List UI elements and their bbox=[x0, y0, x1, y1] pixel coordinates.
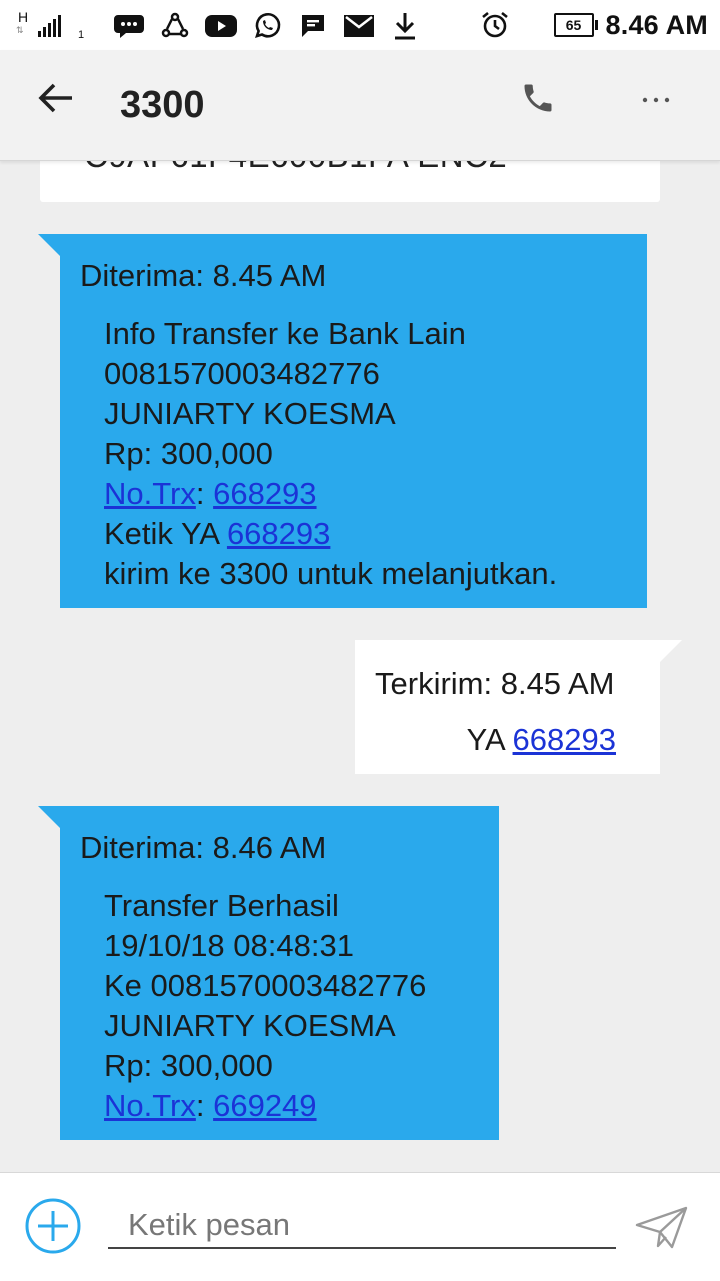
trx-separator: : bbox=[195, 1088, 214, 1123]
message-line: JUNIARTY KOESMA bbox=[104, 1008, 396, 1043]
confirm-prefix: Ketik YA bbox=[104, 516, 227, 551]
message-body: Info Transfer ke Bank Lain 0081570003482… bbox=[104, 314, 557, 594]
mail-icon bbox=[342, 10, 376, 42]
message-bubble-received[interactable]: Diterima: 8.46 AM Transfer Berhasil 19/1… bbox=[38, 806, 499, 1140]
phone-icon[interactable] bbox=[520, 80, 560, 120]
message-line: Rp: 300,000 bbox=[104, 1048, 273, 1083]
message-input[interactable] bbox=[108, 1203, 616, 1249]
message-line: Info Transfer ke Bank Lain bbox=[104, 316, 466, 351]
more-horizontal-icon[interactable] bbox=[636, 80, 676, 120]
bubble-tail bbox=[38, 806, 60, 828]
status-bar: H ⇅ 1 65 8.46 AM bbox=[0, 0, 720, 50]
clock: 8.46 AM bbox=[605, 9, 708, 40]
message-line: Transfer Berhasil bbox=[104, 888, 339, 923]
youtube-icon bbox=[204, 10, 238, 42]
alarm-icon bbox=[478, 9, 512, 41]
reply-prefix: YA bbox=[466, 722, 513, 757]
trx-code-link[interactable]: 668293 bbox=[213, 476, 316, 511]
message-timestamp: Terkirim: 8.45 AM bbox=[375, 666, 615, 701]
message-line: Rp: 300,000 bbox=[104, 436, 273, 471]
message-list[interactable]: C9AF61F4E600B1FA ENC2 Diterima: 8.45 AM … bbox=[0, 160, 720, 1172]
message-line: 19/10/18 08:48:31 bbox=[104, 928, 354, 963]
message-bubble-partial[interactable]: C9AF61F4E600B1FA ENC2 bbox=[40, 160, 660, 202]
message-line: No.Trx: 669249 bbox=[104, 1086, 426, 1126]
message-bubble-received[interactable]: Diterima: 8.45 AM Info Transfer ke Bank … bbox=[38, 234, 647, 608]
compose-bar bbox=[0, 1172, 720, 1281]
message-text: C9AF61F4E600B1FA ENC2 bbox=[84, 160, 507, 176]
message-line: kirim ke 3300 untuk melanjutkan. bbox=[104, 556, 558, 591]
trx-code-link[interactable]: 669249 bbox=[213, 1088, 316, 1123]
message-line: 0081570003482776 bbox=[104, 356, 380, 391]
trx-separator: : bbox=[195, 476, 214, 511]
message-body: YA 668293 bbox=[467, 720, 616, 760]
message-line: Ke 0081570003482776 bbox=[104, 968, 427, 1003]
share-icon bbox=[158, 10, 192, 42]
arrow-left-icon[interactable] bbox=[36, 78, 76, 118]
message-bubble-sent[interactable]: Terkirim: 8.45 AM YA 668293 bbox=[355, 640, 682, 774]
message-line: YA 668293 bbox=[467, 720, 616, 760]
plus-circle-icon[interactable] bbox=[24, 1197, 82, 1255]
data-arrows-icon: ⇅ bbox=[16, 25, 23, 35]
message-timestamp: Diterima: 8.45 AM bbox=[80, 258, 327, 293]
trx-label-link[interactable]: No.Trx bbox=[104, 1088, 196, 1123]
confirm-code-link[interactable]: 668293 bbox=[227, 516, 330, 551]
download-icon bbox=[388, 10, 422, 42]
message-line: JUNIARTY KOESMA bbox=[104, 396, 396, 431]
bubble-tail bbox=[38, 234, 60, 256]
signal-indicator: H ⇅ 1 bbox=[14, 9, 84, 41]
message-line: Ketik YA 668293 bbox=[104, 514, 557, 554]
bubble-tail bbox=[660, 640, 682, 662]
battery-indicator: 65 bbox=[553, 13, 598, 37]
whatsapp-icon bbox=[250, 10, 284, 42]
message-body: Transfer Berhasil 19/10/18 08:48:31 Ke 0… bbox=[104, 886, 426, 1126]
message-line: No.Trx: 668293 bbox=[104, 474, 557, 514]
status-right: 65 8.46 AM bbox=[478, 8, 708, 42]
trx-label-link[interactable]: No.Trx bbox=[104, 476, 196, 511]
conversation-title: 3300 bbox=[120, 84, 205, 126]
conversation-toolbar: 3300 bbox=[0, 50, 720, 161]
message-timestamp: Diterima: 8.46 AM bbox=[80, 830, 327, 865]
sim-slot: 1 bbox=[78, 29, 85, 41]
bbm-icon bbox=[112, 10, 146, 42]
network-type: H bbox=[18, 9, 29, 25]
message-icon bbox=[296, 10, 330, 42]
send-icon[interactable] bbox=[634, 1205, 690, 1251]
reply-code-link[interactable]: 668293 bbox=[513, 722, 616, 757]
status-left: H ⇅ 1 bbox=[14, 9, 422, 42]
signal-bars-icon bbox=[38, 15, 61, 37]
